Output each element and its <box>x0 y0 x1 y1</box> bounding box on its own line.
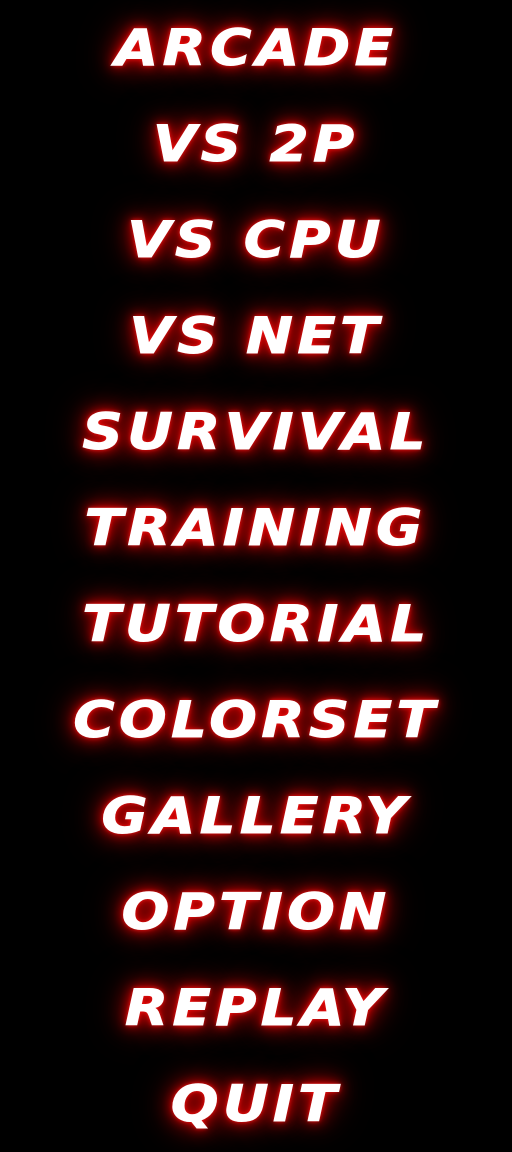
menu-item-tutorial[interactable]: TUTORIAL <box>0 576 512 672</box>
menu-item-label: QUIT <box>170 1075 342 1134</box>
menu-item-colorset[interactable]: COLORSET <box>0 672 512 768</box>
menu-item-replay[interactable]: REPLAY <box>0 960 512 1056</box>
main-menu: ARCADE VS 2P VS CPU VS NET SURVIVAL TRAI… <box>0 0 512 1152</box>
menu-item-label: OPTION <box>121 883 391 942</box>
menu-item-survival[interactable]: SURVIVAL <box>0 384 512 480</box>
menu-item-label: REPLAY <box>124 979 388 1038</box>
menu-item-vs-cpu[interactable]: VS CPU <box>0 192 512 288</box>
menu-item-label: SURVIVAL <box>82 403 430 462</box>
menu-item-label: ARCADE <box>114 19 398 78</box>
menu-item-quit[interactable]: QUIT <box>0 1056 512 1152</box>
menu-item-label: TRAINING <box>84 499 427 558</box>
menu-item-vs-2p[interactable]: VS 2P <box>0 96 512 192</box>
menu-item-label: GALLERY <box>101 787 411 846</box>
menu-item-vs-net[interactable]: VS NET <box>0 288 512 384</box>
menu-item-training[interactable]: TRAINING <box>0 480 512 576</box>
menu-item-label: COLORSET <box>73 691 439 750</box>
menu-item-label: VS NET <box>129 307 383 366</box>
menu-item-gallery[interactable]: GALLERY <box>0 768 512 864</box>
menu-item-label: TUTORIAL <box>81 595 431 654</box>
menu-item-arcade[interactable]: ARCADE <box>0 0 512 96</box>
menu-item-option[interactable]: OPTION <box>0 864 512 960</box>
menu-item-label: VS 2P <box>153 115 359 174</box>
menu-item-label: VS CPU <box>127 211 385 270</box>
